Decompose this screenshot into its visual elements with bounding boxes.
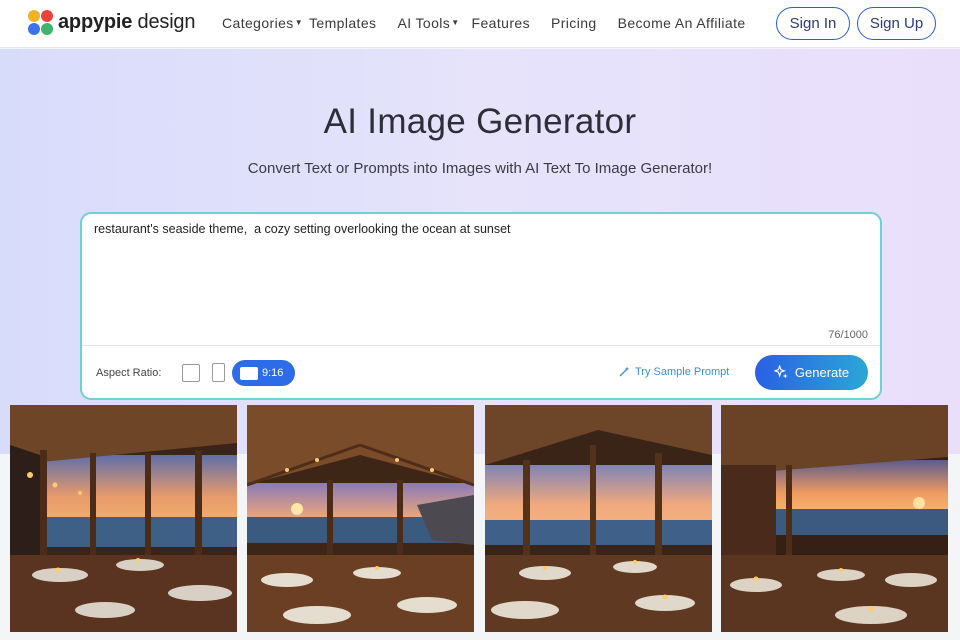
aspect-ratio-label: Aspect Ratio: bbox=[96, 367, 162, 379]
generate-button[interactable]: Generate bbox=[755, 355, 868, 390]
generated-image-2[interactable] bbox=[247, 405, 474, 632]
seaside-restaurant-image bbox=[10, 405, 237, 632]
generated-image-4[interactable] bbox=[721, 405, 948, 632]
generate-label: Generate bbox=[794, 365, 850, 380]
nav-templates[interactable]: Templates bbox=[309, 15, 376, 31]
sign-in-button[interactable]: Sign In bbox=[776, 7, 850, 40]
generated-image-1[interactable] bbox=[10, 405, 237, 632]
caret-down-icon: ▼ bbox=[294, 17, 304, 27]
sparkle-icon bbox=[773, 365, 788, 379]
logo[interactable]: appypie design bbox=[28, 10, 195, 35]
logo-mark-icon bbox=[28, 10, 53, 35]
nav-label: Features bbox=[471, 15, 530, 31]
seaside-restaurant-image bbox=[485, 405, 712, 632]
nav-label: AI Tools bbox=[397, 15, 451, 31]
nav-label: Become An Affiliate bbox=[617, 15, 746, 31]
magic-wand-icon bbox=[619, 366, 630, 377]
logo-text: appypie design bbox=[58, 11, 196, 33]
aspect-ratio-square-option[interactable] bbox=[182, 364, 200, 382]
main-menu: Categories ▼ Templates AI Tools ▼ Features… bbox=[222, 15, 746, 31]
ratio-swatch-icon bbox=[240, 366, 258, 380]
prompt-panel: restaurant's seaside theme, a cozy setti… bbox=[80, 212, 882, 400]
generated-image-3[interactable] bbox=[485, 405, 712, 632]
aspect-ratio-selected-option[interactable]: 9:16 bbox=[232, 360, 295, 386]
nav-pricing[interactable]: Pricing bbox=[551, 15, 597, 31]
nav-features[interactable]: Features bbox=[472, 15, 530, 31]
seaside-restaurant-image bbox=[721, 405, 948, 632]
ratio-label: 9:16 bbox=[262, 367, 284, 379]
nav-label: Pricing bbox=[550, 15, 597, 31]
caret-down-icon: ▼ bbox=[451, 17, 460, 27]
nav-label: Categories bbox=[222, 15, 294, 31]
prompt-input[interactable]: restaurant's seaside theme, a cozy setti… bbox=[94, 222, 854, 236]
page-title: AI Image Generator bbox=[323, 102, 637, 141]
nav-ai-tools[interactable]: AI Tools ▼ bbox=[397, 15, 459, 31]
aspect-ratio-portrait-option[interactable] bbox=[212, 363, 225, 382]
seaside-restaurant-image bbox=[247, 405, 474, 632]
nav-categories[interactable]: Categories ▼ bbox=[222, 15, 303, 31]
nav-label: Templates bbox=[309, 15, 377, 31]
character-counter: 76/1000 bbox=[828, 329, 868, 341]
divider bbox=[82, 345, 880, 346]
page-subtitle: Convert Text or Prompts into Images with… bbox=[247, 160, 713, 177]
sample-label: Try Sample Prompt bbox=[635, 366, 730, 378]
nav-affiliate[interactable]: Become An Affiliate bbox=[618, 15, 746, 31]
try-sample-prompt-link[interactable]: Try Sample Prompt bbox=[618, 366, 729, 378]
sign-up-button[interactable]: Sign Up bbox=[857, 7, 936, 40]
top-nav: appypie design Categories ▼ Templates AI … bbox=[0, 0, 960, 48]
